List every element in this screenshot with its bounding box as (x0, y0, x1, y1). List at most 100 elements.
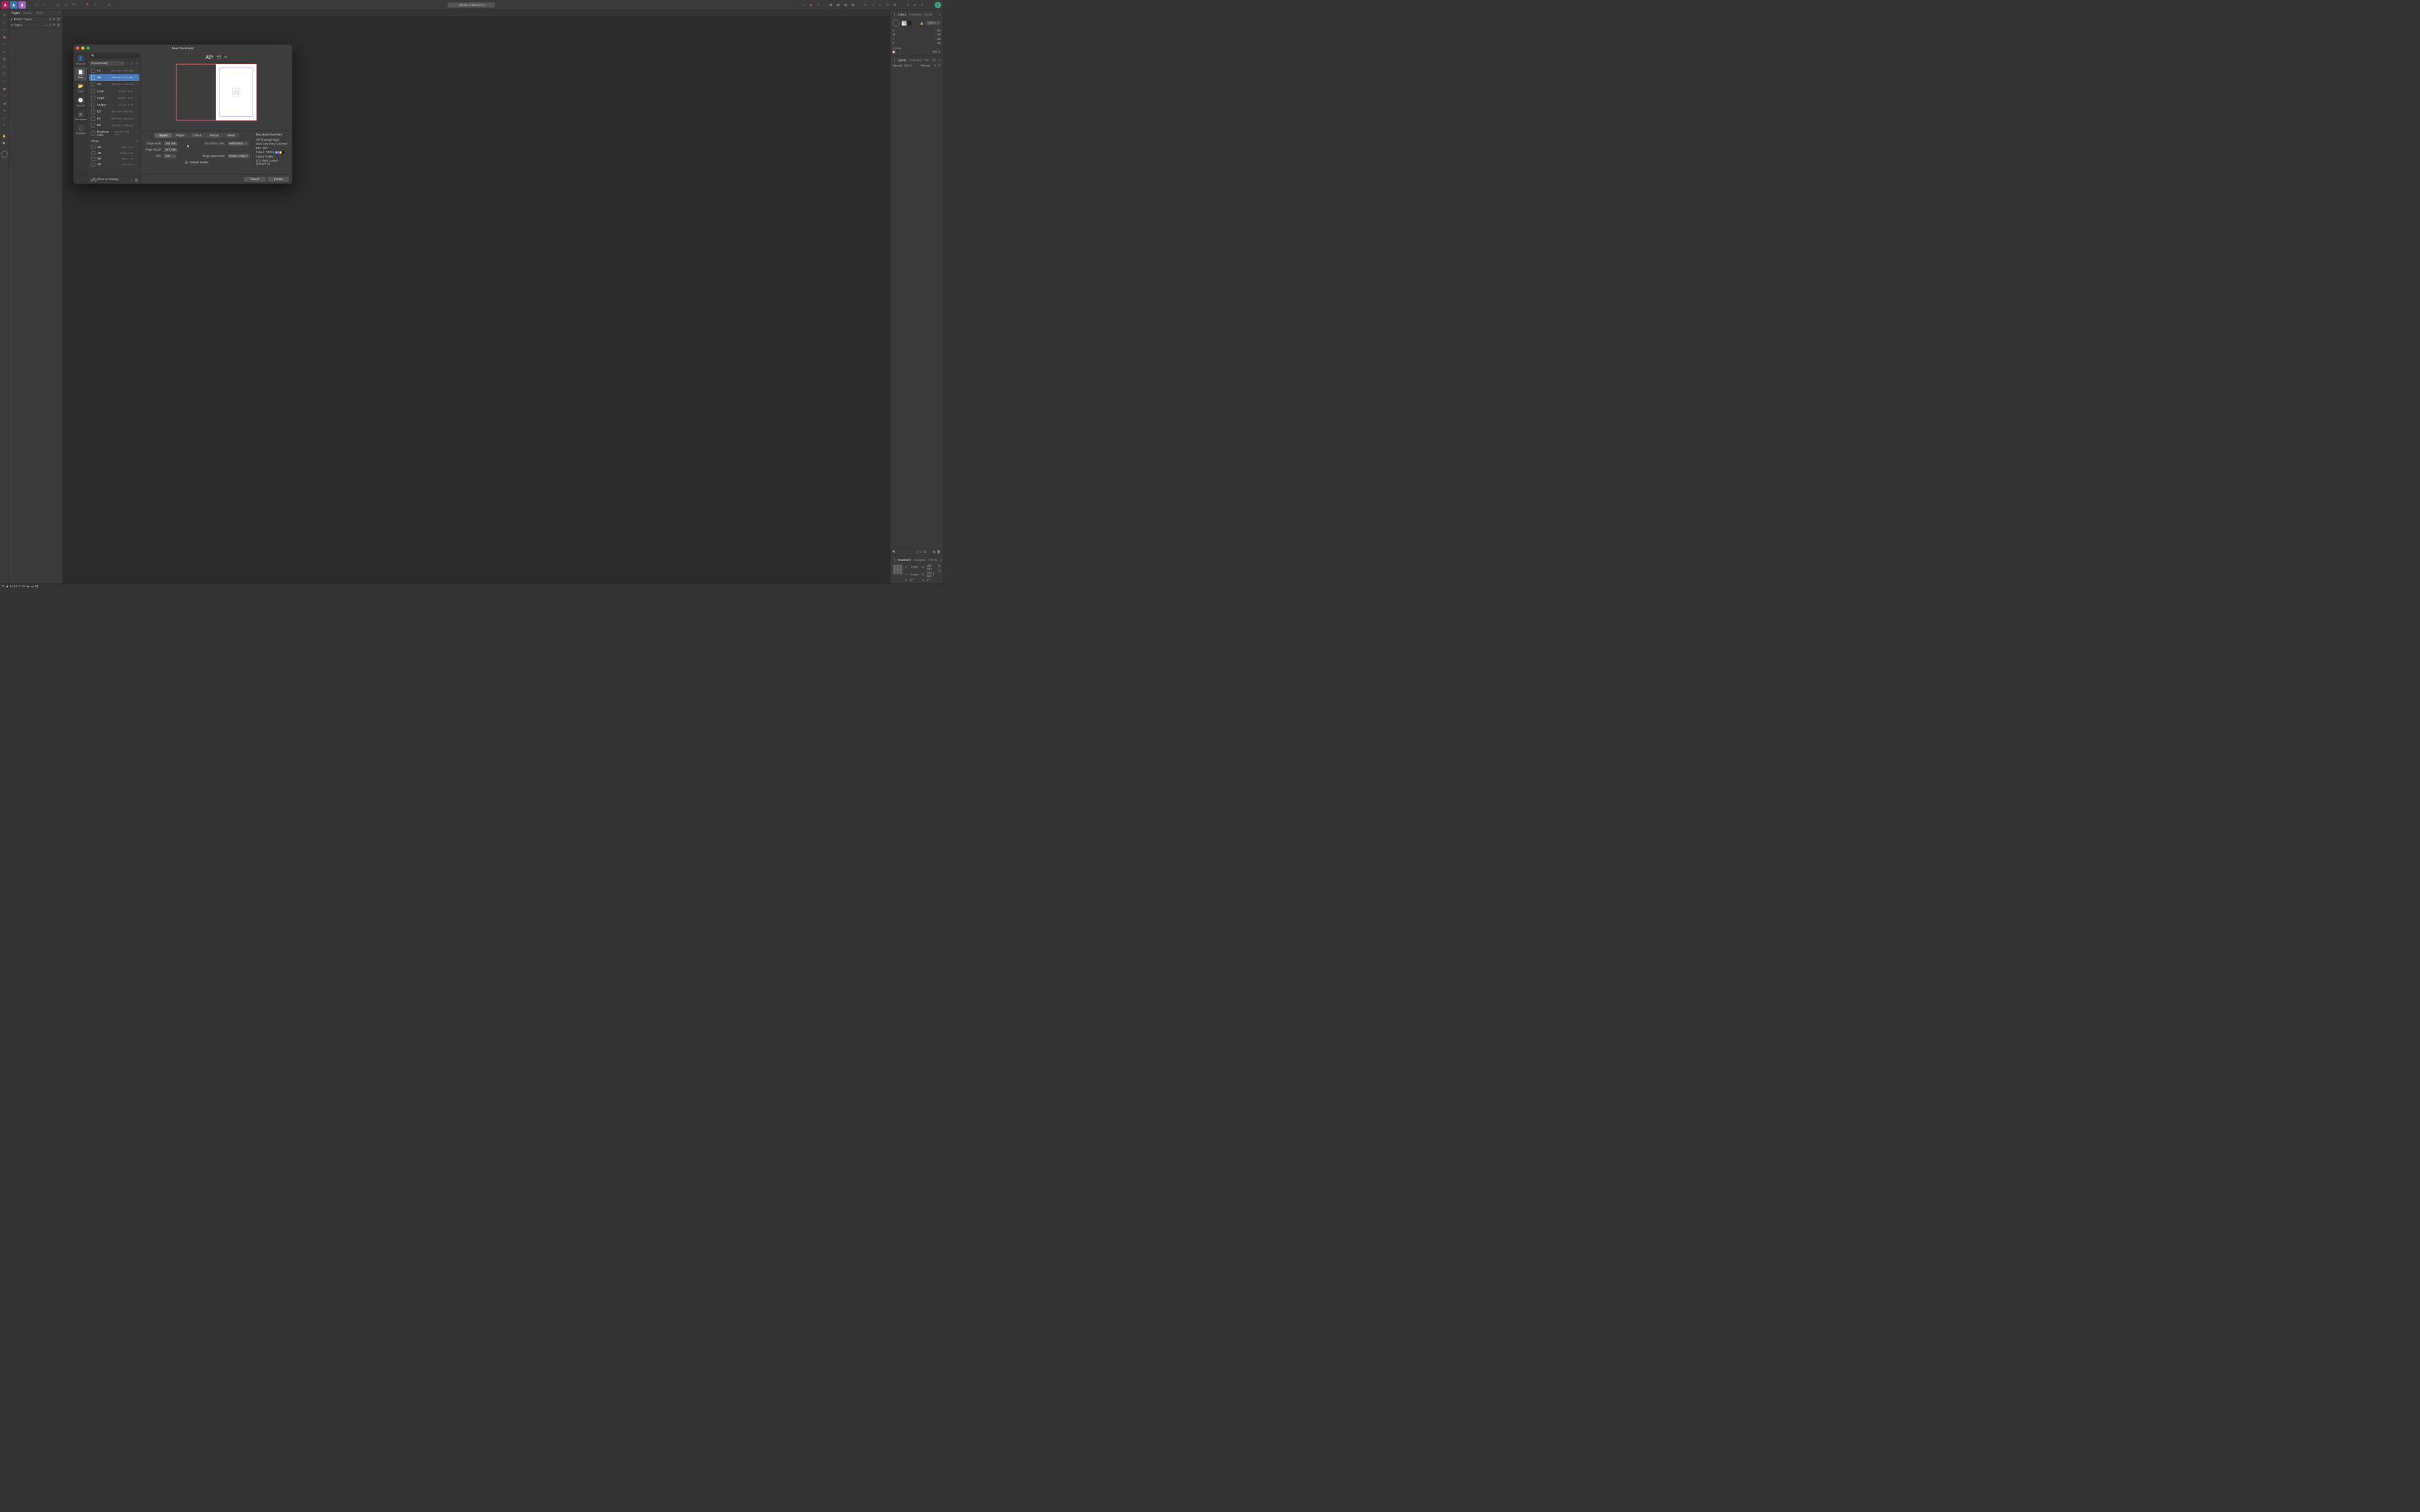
preset-item[interactable]: 6R6 in × 8 in♡ (89, 162, 139, 168)
panel-menu-icon[interactable]: ≡ (58, 11, 60, 15)
transform-tab[interactable]: Transform (898, 558, 911, 562)
blend-mode-select[interactable]: Normal (921, 64, 930, 68)
layers-menu-icon[interactable]: ☰ (938, 64, 941, 68)
colour-tab[interactable]: Colour (898, 13, 907, 16)
pin-icon[interactable]: 📍 (84, 2, 90, 8)
mask-icon[interactable]: ◻ (916, 550, 919, 554)
favourite-icon[interactable]: ♡ (135, 157, 137, 160)
designer-persona-icon[interactable]: A (10, 1, 18, 9)
cat-account[interactable]: 👤Account (74, 53, 87, 67)
cat-open[interactable]: 📂Open (74, 81, 87, 94)
tab-margin[interactable]: Margin (206, 133, 223, 138)
transparency-tool-icon[interactable]: ✦ (1, 108, 7, 114)
cat-new[interactable]: 📄New (74, 68, 87, 81)
view-mode-landscape-icon[interactable]: ▭ (135, 61, 139, 65)
dup-page-icon[interactable]: ⧉ (53, 24, 55, 27)
panel-menu-icon[interactable]: ≡ (939, 59, 941, 62)
frame-text-tool-icon[interactable]: ▭ (1, 27, 7, 33)
del-master-icon[interactable]: 🗑 (57, 18, 60, 21)
dialog-titlebar[interactable]: New Document (74, 45, 292, 52)
favourite-icon[interactable]: ♡ (135, 103, 137, 106)
art-text-tool-icon[interactable]: ▦ (1, 34, 7, 40)
opacity-value[interactable]: 100 % (932, 50, 941, 53)
favourite-icon[interactable]: ♡ (135, 163, 137, 166)
cloud-icon[interactable]: ● (920, 2, 926, 8)
preset-group-header[interactable]: Photo≡ (89, 138, 139, 144)
link-wh-icon[interactable]: ⇅ (938, 564, 941, 568)
move-tool-icon[interactable]: ↖ (1, 12, 7, 18)
page-indicator[interactable]: 12,13 of 124 (9, 585, 26, 588)
group-icon[interactable]: ▦ (828, 2, 834, 8)
last-page-icon[interactable]: ⏭ (31, 585, 34, 588)
image-placement-select[interactable]: Prefer Linked⇅ (228, 154, 250, 158)
preset-item[interactable]: B3353 mm × 500 mm♡ (89, 108, 139, 115)
view-mode-portrait-icon[interactable]: ▯ (130, 61, 133, 65)
shape-tool-icon[interactable]: ◻ (1, 63, 7, 70)
reset-preset-icon[interactable]: ⟳ (224, 55, 228, 59)
photo-persona-icon[interactable]: A (18, 1, 26, 9)
del-page-icon[interactable]: 🗑 (57, 24, 60, 27)
add-layer-icon[interactable]: ⊞ (932, 550, 935, 554)
stock-tab[interactable]: Stock (36, 11, 43, 15)
swatches-tab[interactable]: Swatches (909, 13, 922, 16)
account-icon[interactable]: 👤 (935, 2, 941, 8)
preferences-icon[interactable] (34, 2, 40, 8)
minimize-window-icon[interactable] (81, 47, 84, 50)
eyedropper-icon[interactable] (902, 21, 912, 26)
delete-layer-icon[interactable]: 🗑 (937, 550, 940, 554)
preset-item[interactable]: Letter8.5 in × 11 in♡ (89, 88, 139, 94)
text-tool-icon[interactable]: A (1, 42, 7, 48)
table-tool-icon[interactable]: ▤ (1, 56, 7, 62)
rotate-icon[interactable]: ⟲ (885, 2, 891, 8)
default-master-checkbox[interactable]: ✓ (185, 161, 188, 164)
favourite-icon[interactable]: ♡ (135, 146, 137, 148)
tab-bleed[interactable]: Bleed (223, 133, 239, 138)
colour-selector-icon[interactable] (1, 151, 7, 158)
navigator-tab[interactable]: Navigator (914, 558, 926, 562)
dropdown-icon[interactable]: ▾ (815, 2, 821, 8)
tab-colour[interactable]: Colour (188, 133, 205, 138)
preset-item[interactable]: 4D4.5 in × 6 in♡ (89, 150, 139, 156)
publisher-persona-icon[interactable]: A (1, 1, 9, 9)
add-master-icon[interactable]: ⊞ (49, 18, 51, 21)
rounded-rect-tool-icon[interactable]: ▢ (1, 78, 7, 84)
k-value[interactable]: 32 (937, 42, 941, 45)
flip-h-icon[interactable]: ◁ (870, 2, 876, 8)
assets-tab[interactable]: Assets (24, 11, 32, 15)
page-height-input[interactable]: 210 mm (164, 148, 178, 152)
character-tab[interactable]: Character (909, 59, 922, 62)
sync-icon[interactable] (42, 2, 48, 8)
favourite-icon[interactable]: ♡ (135, 117, 137, 120)
place-tool-icon[interactable]: ⤢ (1, 115, 7, 122)
view-tool-icon[interactable]: ✋ (1, 133, 7, 139)
spread-icon[interactable]: ⮂ (45, 24, 47, 27)
preset-item[interactable]: A6105 mm × 148 mm♡ (89, 81, 139, 88)
colour-picker-tool-icon[interactable]: ✎ (1, 123, 7, 129)
notif-icon[interactable]: ● (912, 2, 918, 8)
colour-model-select[interactable]: CMYK (926, 21, 941, 25)
anchor-widget[interactable] (893, 564, 903, 575)
add-page-icon[interactable]: ⊞ (49, 24, 51, 27)
y-value[interactable]: -3 mm (910, 573, 920, 576)
search-input[interactable] (96, 54, 137, 57)
help-icon[interactable]: ● (905, 2, 911, 8)
s-value[interactable]: 0 ° (927, 579, 937, 583)
align2-icon[interactable]: ⊫ (863, 2, 869, 8)
arrange-icon[interactable]: ◆ (808, 2, 814, 8)
zoom-window-icon[interactable] (86, 47, 90, 50)
preview-icon[interactable] (106, 2, 112, 8)
c-value[interactable]: 82 (937, 29, 941, 32)
preset-item[interactable]: B4250 mm × 353 mm♡ (89, 115, 139, 122)
preset-item[interactable]: Business Card55 mm × 88 mm♡ (89, 129, 139, 138)
preset-category-select[interactable]: Press Ready⇅ (90, 61, 125, 65)
tab-layout[interactable]: Layout (155, 133, 172, 138)
favourite-icon[interactable]: ♡ (135, 90, 137, 92)
picture-frame-tool-icon[interactable]: ▦ (1, 86, 7, 92)
vector-crop-tool-icon[interactable]: ⊹ (1, 93, 7, 99)
preset-item[interactable]: A4210 mm × 297 mm♡ (89, 68, 139, 74)
show-startup-checkbox[interactable]: ✓ (93, 178, 96, 181)
backward-icon[interactable]: ▦ (850, 2, 856, 8)
dup-master-icon[interactable]: ⧉ (53, 18, 55, 21)
forward-icon[interactable]: ▦ (843, 2, 849, 8)
cancel-button[interactable]: Cancel (244, 177, 265, 182)
